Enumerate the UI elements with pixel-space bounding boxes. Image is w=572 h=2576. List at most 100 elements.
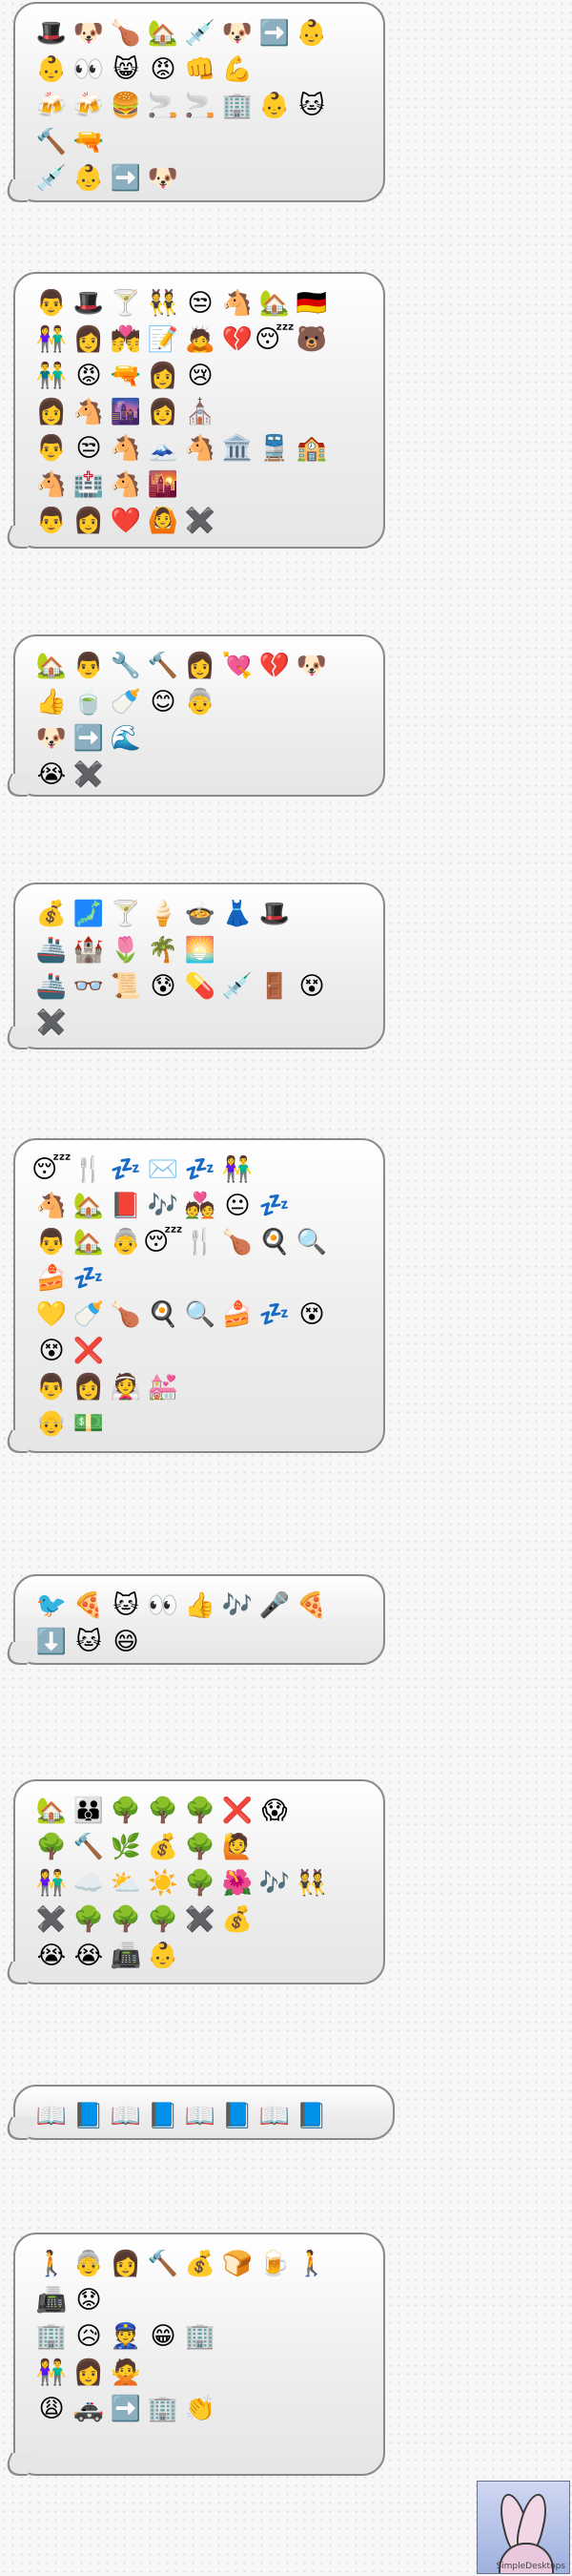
emoji-icon: 🌳 [72,1905,105,1934]
emoji-icon: 🍳 [147,1300,179,1329]
emoji-icon: 🌳 [35,1833,68,1861]
emoji-row: 👴 💵 [34,1405,372,1442]
emoji-icon: ❤️ [110,507,142,535]
emoji-icon: 💉 [35,164,68,193]
emoji-icon: 🍻 [72,92,105,120]
emoji-icon: 💔 [258,652,291,680]
emoji-icon: 👬 [35,362,68,390]
message-bubble-1: 🎩 🐶 🍗 🏡 💉 🐶 ➡️ 👶 👶 👀 😸 😡 👊 💪 🍻 🍻 🍔 🚬 🚬 🏢 👶 🐱 🔨 🔫 💉 👶 ➡️ 🐶 [0,2,385,202]
emoji-icon: 📘 [147,2102,179,2130]
emoji-row: 👨 👩 ❤️ 🙆 ✖️ [34,503,372,539]
emoji-icon: 🏡 [72,1228,105,1257]
emoji-icon: 🌷 [110,936,142,965]
emoji-row: 🐦 🍕 🐱 👀 👍 🎶 🎤 🍕 [34,1588,372,1624]
emoji-icon: 😵 [38,1337,65,1365]
bubble-tail [0,1430,38,1453]
emoji-icon: 🍰 [35,1264,68,1293]
emoji-icon: 😸 [112,55,139,84]
emoji-row: 🏡 👪 🌳 🌳 🌳 ❌ 😱 [34,1793,372,1829]
emoji-row: 🚢 👓 📜 😰 💊 💉 🚪 😵 [34,968,372,1005]
emoji-icon: ⛅ [110,1869,142,1898]
emoji-icon: 🐴 [72,398,105,426]
emoji-row: 🐴 🏡 📕 🎶 💑 😐 💤 [34,1188,372,1224]
emoji-icon: 👵 [72,2250,105,2278]
emoji-icon: 👰 [110,1373,142,1402]
emoji-row: 🏢 😥 👮 😁 🏢 [34,2318,372,2355]
emoji-icon: 🍗 [110,19,142,48]
emoji-row: 👫 ☁️ ⛅ ☀️ 🌳 🌺 🎶 👯 [34,1865,372,1901]
emoji-icon: 🍲 [184,900,216,928]
emoji-icon: 🏡 [258,289,291,318]
emoji-icon: 📠 [35,2286,68,2315]
emoji-icon: 🔫 [72,128,105,156]
emoji-icon: 🐴 [35,470,68,499]
emoji-icon: 📖 [258,2102,291,2130]
emoji-icon: 👩 [184,652,216,680]
emoji-icon: 💰 [35,900,68,928]
emoji-icon: 🚶 [35,2250,68,2278]
emoji-icon: ✖️ [35,1008,68,1037]
emoji-icon: 👨 [35,289,68,318]
emoji-icon: 🙇 [184,325,216,354]
emoji-icon: 😵 [298,972,325,1001]
emoji-icon: 👵 [110,1228,142,1257]
emoji-icon: 😥 [75,2322,102,2351]
emoji-icon: 🌳 [147,1797,179,1825]
emoji-icon: ✖️ [184,507,216,535]
emoji-icon: 💉 [221,972,254,1001]
emoji-icon: 🐶 [35,724,68,753]
emoji-icon: 🔧 [110,652,142,680]
emoji-icon: 🍸 [110,289,142,318]
emoji-row: 💰 🗾 🍸 🍦 🍲 👗 🎩 [34,896,372,932]
emoji-icon: 🏫 [296,434,328,463]
emoji-icon: 🌳 [110,1905,142,1934]
emoji-icon: 🚶 [296,2250,328,2278]
emoji-icon: 👗 [221,900,254,928]
emoji-icon: 👓 [72,972,105,1001]
emoji-icon: 🌅 [184,936,216,965]
emoji-icon: 👍 [35,688,68,717]
emoji-row: ⬇️ 🐱 😄 [34,1624,372,1660]
bubble-tail [0,179,38,202]
emoji-icon: 📘 [72,2102,105,2130]
emoji-icon: 🚬 [184,92,216,120]
emoji-icon: 🐶 [72,19,105,48]
emoji-icon: 👫 [35,2358,68,2387]
emoji-icon: 😴 [143,1228,183,1257]
emoji-icon: 📜 [110,972,142,1001]
bubble-tail [0,526,38,549]
emoji-icon: 👩 [72,2358,105,2387]
emoji-icon: 🎩 [258,900,291,928]
emoji-icon: 🙅 [110,2358,142,2387]
emoji-icon: 📠 [110,1942,142,1970]
emoji-icon: 🐶 [147,164,179,193]
emoji-icon: 🏢 [35,2322,68,2351]
emoji-icon: 🍻 [35,92,68,120]
emoji-icon: 🏥 [72,470,105,499]
emoji-icon: 💤 [72,1264,105,1293]
emoji-row: 😩 🚓 ➡️ 🏢 👏 [34,2391,372,2427]
emoji-icon: ❌ [72,1337,105,1365]
badge-label: SimpleDesktops [496,2562,565,2571]
emoji-icon: 😒 [75,434,102,463]
emoji-row: 👶 👀 😸 😡 👊 💪 [34,52,372,88]
emoji-icon: 🍰 [221,1300,254,1329]
emoji-icon: 👫 [221,1155,254,1184]
emoji-icon: 👩 [72,1373,105,1402]
emoji-icon: 👨 [72,652,105,680]
emoji-row: 🍰 💤 [34,1260,372,1297]
emoji-icon: 🍕 [72,1591,105,1620]
emoji-row: 👫 👩 🙅 [34,2355,372,2391]
emoji-icon: 🐴 [221,289,254,318]
emoji-icon: 🐱 [112,1591,139,1620]
emoji-icon: ✖️ [35,1905,68,1934]
emoji-icon: 🌆 [110,398,142,426]
emoji-icon: 🍸 [110,900,142,928]
emoji-icon: 🎶 [221,1591,254,1620]
emoji-icon: ☁️ [72,1869,105,1898]
emoji-icon: 🐱 [298,92,325,120]
emoji-icon: 💊 [184,972,216,1001]
emoji-icon: 🏡 [72,1192,105,1220]
emoji-icon: 😄 [112,1628,139,1656]
emoji-row: 💛 🍼 🍗 🍳 🔍 🍰 💤 😵 [34,1297,372,1333]
